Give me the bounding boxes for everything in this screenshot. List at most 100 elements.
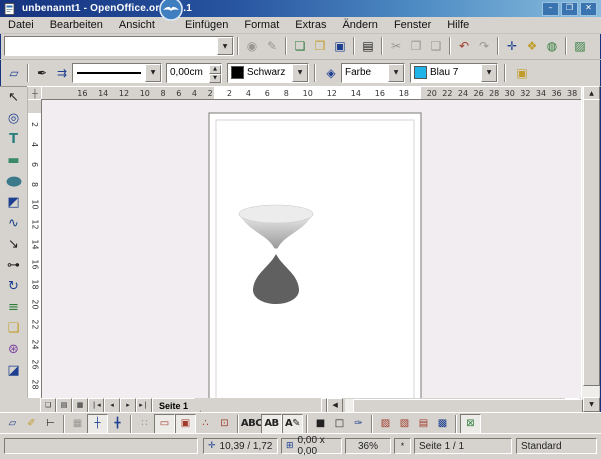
first-page-button[interactable]: ❘◂ [88,398,104,413]
print-icon[interactable]: ▤ [358,37,378,56]
url-combobox[interactable]: ▼ [4,36,234,56]
edit-points-icon[interactable]: ▱ [3,415,22,433]
page-mode-icon[interactable]: ❏ [40,398,56,413]
insert-icon[interactable]: ⊛ [3,339,25,360]
redo-icon[interactable]: ↷ [474,37,494,56]
stylist-icon[interactable]: ❖ [522,37,542,56]
arrange-icon[interactable]: ❏ [3,318,25,339]
page[interactable] [209,113,421,399]
line-dialog-icon[interactable]: ✒ [32,63,52,82]
fill-type-value[interactable]: Farbe [342,67,388,78]
curve-icon[interactable]: ∿ [3,213,25,234]
interaction-icon[interactable]: ◪ [3,360,25,381]
big-handles-icon[interactable]: ■ [311,415,330,433]
effects-rotate-icon[interactable]: ↻ [3,276,25,297]
contour-mode-icon[interactable]: ⊠ [460,414,481,434]
stop-icon[interactable]: ◉ [242,37,262,56]
select-icon[interactable]: ↖ [3,87,25,108]
snaplines-visible-icon[interactable]: ┼ [87,414,108,434]
save-icon[interactable]: ▣ [330,37,350,56]
page-tab-seite-1[interactable]: Seite 1 [152,398,201,412]
double-click-edit-icon[interactable]: A✎ [282,414,303,434]
object-placeholder-icon[interactable]: ▤ [414,415,433,433]
line-color-select[interactable]: Schwarz ▼ [227,63,309,83]
navigator-icon[interactable]: ✛ [502,37,522,56]
3d-objects-icon[interactable]: ◩ [3,192,25,213]
close-button[interactable]: ✕ [580,2,597,16]
menu-aendern[interactable]: Ändern [334,18,385,32]
menu-format[interactable]: Format [236,18,287,32]
copy-icon[interactable]: ❐ [406,37,426,56]
simple-handles-icon[interactable]: □ [330,415,349,433]
undo-icon[interactable]: ↶ [454,37,474,56]
fill-color-select[interactable]: Blau 7 ▼ [410,63,498,83]
last-page-button[interactable]: ▸❘ [136,398,152,413]
rectangle-icon[interactable]: ▬ [3,150,25,171]
line-width-up-icon[interactable]: ▲ [209,65,221,74]
grid-visible-icon[interactable]: ▦ [68,415,87,433]
title-bar[interactable]: unbenannt1 - OpenOffice.org 1.0.1 – ❐ ✕ [0,0,601,17]
open-icon[interactable]: ❒ [310,37,330,56]
zoom-icon[interactable]: ◎ [3,108,25,129]
menu-ansicht[interactable]: Ansicht [111,18,163,32]
line-style-select[interactable]: ▼ [72,63,162,83]
area-dialog-icon[interactable]: ◈ [321,63,341,82]
fill-color-name[interactable]: Blau 7 [427,67,481,78]
guides-when-moving-icon[interactable]: ⊢ [41,415,60,433]
rotation-mode-icon[interactable]: ✐ [22,415,41,433]
shadow-icon[interactable]: ▣ [512,63,532,82]
edit-file-icon[interactable]: ✎ [262,37,282,56]
menu-bearbeiten[interactable]: Bearbeiten [42,18,111,32]
select-text-area-icon[interactable]: AB [261,414,282,434]
edit-points-icon[interactable]: ▱ [4,63,24,82]
new-document-icon[interactable]: ❏ [290,37,310,56]
snap-to-grid-icon[interactable]: ∷ [135,415,154,433]
snap-to-frame-icon[interactable]: ⊡ [215,415,234,433]
snap-to-border-icon[interactable]: ▣ [175,414,196,434]
scroll-left-icon[interactable]: ◀ [327,398,343,413]
menu-fenster[interactable]: Fenster [386,18,439,32]
menu-extras[interactable]: Extras [287,18,334,32]
picture-placeholder-icon[interactable]: ▨ [376,415,395,433]
scroll-down-icon[interactable]: ▼ [583,397,600,412]
vertical-scrollbar[interactable]: ▲ ▼ [581,86,599,412]
text-placeholder-icon[interactable]: ▧ [395,415,414,433]
snap-to-margins-icon[interactable]: ▭ [154,414,175,434]
modify-with-attributes-icon[interactable]: ✑ [349,415,368,433]
layer-mode-icon[interactable]: ▦ [72,398,88,413]
menu-hilfe[interactable]: Hilfe [439,18,477,32]
minimize-button[interactable]: – [542,2,559,16]
paste-icon[interactable]: ❑ [426,37,446,56]
menu-datei[interactable]: Datei [0,18,42,32]
line-width-value[interactable]: 0,00cm [167,67,209,78]
fill-type-dropdown-arrow[interactable]: ▼ [388,64,404,82]
background-mode-icon[interactable]: ▤ [56,398,72,413]
url-dropdown-arrow[interactable]: ▼ [217,37,233,55]
fill-color-dropdown-arrow[interactable]: ▼ [481,64,497,82]
status-template-field[interactable]: Standard [516,438,597,454]
all-placeholders-icon[interactable]: ▩ [433,415,452,433]
helplines-front-icon[interactable]: ╋ [108,415,127,433]
line-style-dropdown-arrow[interactable]: ▼ [145,64,161,82]
ellipse-icon[interactable]: ● [0,171,30,192]
line-width-field[interactable]: 0,00cm ▲ ▼ [166,63,222,83]
alignment-icon[interactable]: ≡ [3,297,25,318]
arrow-style-icon[interactable]: ⇉ [52,63,72,82]
snap-to-points-icon[interactable]: ∴ [196,415,215,433]
lines-arrows-icon[interactable]: ↘ [3,234,25,255]
vertical-scroll-thumb[interactable] [583,99,600,386]
line-color-dropdown-arrow[interactable]: ▼ [292,64,308,82]
funnel-top-ellipse[interactable] [239,205,313,223]
next-page-button[interactable]: ▸ [120,398,136,413]
drawing-canvas[interactable] [41,99,582,399]
cut-icon[interactable]: ✂ [386,37,406,56]
fill-type-select[interactable]: Farbe ▼ [341,63,405,83]
text-icon[interactable]: T [3,129,25,150]
quick-edit-icon[interactable]: ABC [242,415,261,433]
line-width-down-icon[interactable]: ▼ [209,74,221,83]
connector-icon[interactable]: ⊶ [3,255,25,276]
status-zoom-field[interactable]: 36% [345,438,391,454]
hyperlink-icon[interactable]: ◍ [542,37,562,56]
line-color-name[interactable]: Schwarz [244,67,292,78]
menu-einfuegen[interactable]: Einfügen [177,18,236,32]
